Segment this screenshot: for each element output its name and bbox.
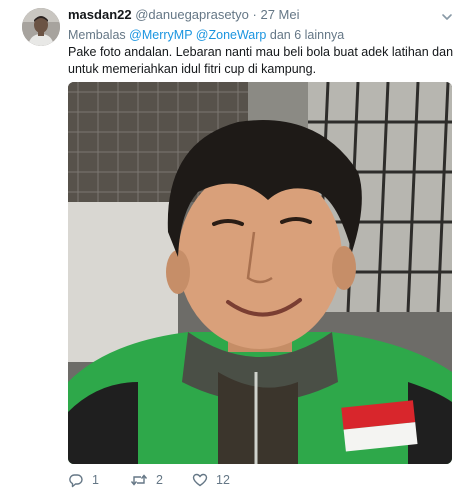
retweet-icon[interactable]: [130, 472, 148, 488]
tweet-text: Pake foto andalan. Lebaran nanti mau bel…: [68, 45, 454, 76]
like-count: 12: [216, 473, 230, 487]
reply-count: 1: [92, 473, 99, 487]
tweet-photo[interactable]: [68, 82, 452, 464]
avatar-image: [22, 8, 60, 46]
heart-icon[interactable]: [192, 472, 208, 488]
avatar[interactable]: [22, 8, 60, 46]
reply-action[interactable]: 1: [68, 470, 99, 490]
tweet-actions: 1 2 12: [68, 470, 428, 490]
retweet-action[interactable]: 2: [130, 470, 163, 490]
separator-dot: ·: [252, 7, 257, 22]
user-handle[interactable]: @danuegaprasetyo: [135, 7, 249, 22]
mention-link[interactable]: @MerryMP: [129, 28, 192, 42]
tweet-date[interactable]: 27 Mei: [260, 7, 299, 22]
mention-link[interactable]: @ZoneWarp: [196, 28, 267, 42]
chevron-down-icon[interactable]: [440, 10, 454, 24]
reply-prefix: Membalas: [68, 28, 126, 42]
reply-icon[interactable]: [68, 472, 84, 488]
like-action[interactable]: 12: [192, 470, 230, 490]
tweet: masdan22 @danuegaprasetyo · 27 Mei Memba…: [0, 0, 476, 495]
replying-to: Membalas @MerryMP @ZoneWarp dan 6 lainny…: [68, 26, 344, 44]
reply-others[interactable]: dan 6 lainnya: [270, 28, 344, 42]
tweet-header: masdan22 @danuegaprasetyo · 27 Mei: [68, 6, 436, 24]
selfie-photo: [68, 82, 452, 464]
retweet-count: 2: [156, 473, 163, 487]
display-name[interactable]: masdan22: [68, 7, 132, 22]
